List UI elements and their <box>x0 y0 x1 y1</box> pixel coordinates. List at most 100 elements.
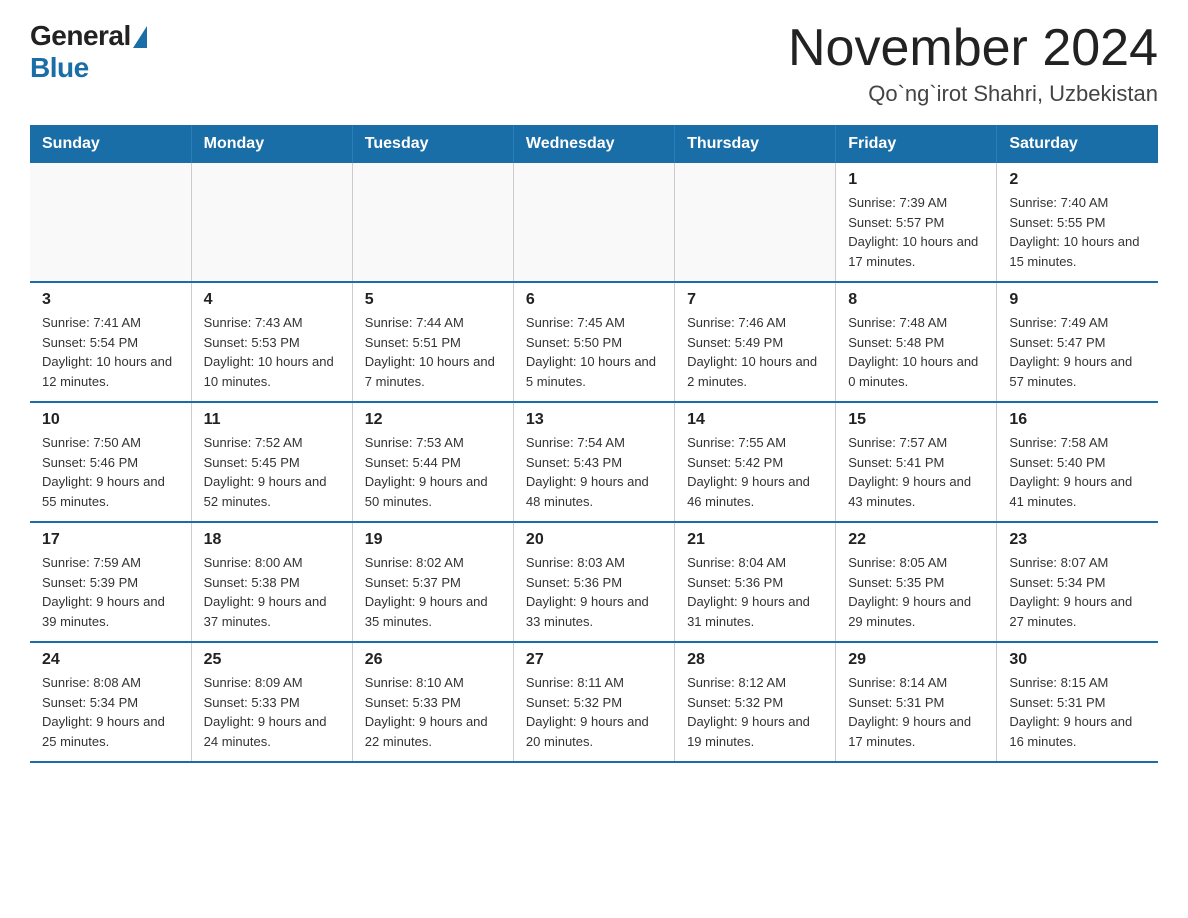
day-info: Sunrise: 8:15 AMSunset: 5:31 PMDaylight:… <box>1009 675 1132 749</box>
day-info: Sunrise: 7:41 AMSunset: 5:54 PMDaylight:… <box>42 315 172 389</box>
day-number: 11 <box>204 411 340 429</box>
day-cell: 8Sunrise: 7:48 AMSunset: 5:48 PMDaylight… <box>836 282 997 402</box>
header-saturday: Saturday <box>997 125 1158 163</box>
day-info: Sunrise: 7:57 AMSunset: 5:41 PMDaylight:… <box>848 435 971 509</box>
week-row-3: 17Sunrise: 7:59 AMSunset: 5:39 PMDayligh… <box>30 522 1158 642</box>
week-row-4: 24 Sunrise: 8:08 AMSunset: 5:34 PMDayligh… <box>30 642 1158 762</box>
day-number: 1 <box>848 171 984 189</box>
day-cell: 16 Sunrise: 7:58 AMSunset: 5:40 PMDayligh… <box>997 402 1158 522</box>
day-cell <box>352 163 513 282</box>
day-cell: 24 Sunrise: 8:08 AMSunset: 5:34 PMDayligh… <box>30 642 191 762</box>
day-number: 16 <box>1009 411 1146 429</box>
header-friday: Friday <box>836 125 997 163</box>
day-number: 27 <box>526 651 662 669</box>
day-cell: 7 Sunrise: 7:46 AMSunset: 5:49 PMDaylight… <box>675 282 836 402</box>
day-info: Sunrise: 7:54 AMSunset: 5:43 PMDaylight:… <box>526 435 649 509</box>
day-cell: 28 Sunrise: 8:12 AMSunset: 5:32 PMDayligh… <box>675 642 836 762</box>
week-row-0: 1 Sunrise: 7:39 AMSunset: 5:57 PMDaylight… <box>30 163 1158 282</box>
day-info: Sunrise: 7:52 AMSunset: 5:45 PMDaylight:… <box>204 435 327 509</box>
day-number: 19 <box>365 531 501 549</box>
day-info: Sunrise: 7:39 AMSunset: 5:57 PMDaylight:… <box>848 195 978 269</box>
day-number: 24 <box>42 651 179 669</box>
calendar-table: SundayMondayTuesdayWednesdayThursdayFrid… <box>30 125 1158 763</box>
day-info: Sunrise: 8:12 AMSunset: 5:32 PMDaylight:… <box>687 675 810 749</box>
day-info: Sunrise: 8:08 AMSunset: 5:34 PMDaylight:… <box>42 675 165 749</box>
day-info: Sunrise: 8:09 AMSunset: 5:33 PMDaylight:… <box>204 675 327 749</box>
day-info: Sunrise: 8:02 AMSunset: 5:37 PMDaylight:… <box>365 555 488 629</box>
header-tuesday: Tuesday <box>352 125 513 163</box>
day-number: 13 <box>526 411 662 429</box>
day-number: 18 <box>204 531 340 549</box>
day-number: 26 <box>365 651 501 669</box>
day-number: 10 <box>42 411 179 429</box>
calendar-header: SundayMondayTuesdayWednesdayThursdayFrid… <box>30 125 1158 163</box>
day-info: Sunrise: 7:44 AMSunset: 5:51 PMDaylight:… <box>365 315 495 389</box>
day-cell: 19 Sunrise: 8:02 AMSunset: 5:37 PMDayligh… <box>352 522 513 642</box>
day-info: Sunrise: 7:46 AMSunset: 5:49 PMDaylight:… <box>687 315 817 389</box>
day-cell: 5 Sunrise: 7:44 AMSunset: 5:51 PMDaylight… <box>352 282 513 402</box>
day-cell: 17Sunrise: 7:59 AMSunset: 5:39 PMDayligh… <box>30 522 191 642</box>
day-cell <box>191 163 352 282</box>
header-monday: Monday <box>191 125 352 163</box>
day-info: Sunrise: 8:05 AMSunset: 5:35 PMDaylight:… <box>848 555 971 629</box>
day-info: Sunrise: 8:00 AMSunset: 5:38 PMDaylight:… <box>204 555 327 629</box>
day-number: 12 <box>365 411 501 429</box>
day-info: Sunrise: 8:14 AMSunset: 5:31 PMDaylight:… <box>848 675 971 749</box>
day-info: Sunrise: 7:50 AMSunset: 5:46 PMDaylight:… <box>42 435 165 509</box>
day-cell: 26 Sunrise: 8:10 AMSunset: 5:33 PMDayligh… <box>352 642 513 762</box>
day-cell <box>513 163 674 282</box>
logo: General Blue <box>30 20 147 84</box>
day-cell: 13 Sunrise: 7:54 AMSunset: 5:43 PMDayligh… <box>513 402 674 522</box>
day-number: 30 <box>1009 651 1146 669</box>
day-cell: 29 Sunrise: 8:14 AMSunset: 5:31 PMDayligh… <box>836 642 997 762</box>
day-info: Sunrise: 7:58 AMSunset: 5:40 PMDaylight:… <box>1009 435 1132 509</box>
day-number: 20 <box>526 531 662 549</box>
day-number: 23 <box>1009 531 1146 549</box>
day-cell: 18 Sunrise: 8:00 AMSunset: 5:38 PMDayligh… <box>191 522 352 642</box>
day-info: Sunrise: 7:49 AMSunset: 5:47 PMDaylight:… <box>1009 315 1132 389</box>
logo-triangle-icon <box>133 26 147 48</box>
day-cell: 6Sunrise: 7:45 AMSunset: 5:50 PMDaylight… <box>513 282 674 402</box>
day-number: 6 <box>526 291 662 309</box>
day-number: 5 <box>365 291 501 309</box>
day-info: Sunrise: 7:40 AMSunset: 5:55 PMDaylight:… <box>1009 195 1139 269</box>
day-number: 15 <box>848 411 984 429</box>
day-cell: 12 Sunrise: 7:53 AMSunset: 5:44 PMDayligh… <box>352 402 513 522</box>
logo-general-text: General <box>30 20 131 52</box>
day-number: 28 <box>687 651 823 669</box>
week-row-1: 3Sunrise: 7:41 AMSunset: 5:54 PMDaylight… <box>30 282 1158 402</box>
day-info: Sunrise: 7:59 AMSunset: 5:39 PMDaylight:… <box>42 555 165 629</box>
day-info: Sunrise: 7:53 AMSunset: 5:44 PMDaylight:… <box>365 435 488 509</box>
day-number: 4 <box>204 291 340 309</box>
header-thursday: Thursday <box>675 125 836 163</box>
day-info: Sunrise: 7:48 AMSunset: 5:48 PMDaylight:… <box>848 315 978 389</box>
day-number: 29 <box>848 651 984 669</box>
day-cell: 14Sunrise: 7:55 AMSunset: 5:42 PMDayligh… <box>675 402 836 522</box>
day-info: Sunrise: 8:03 AMSunset: 5:36 PMDaylight:… <box>526 555 649 629</box>
day-info: Sunrise: 8:04 AMSunset: 5:36 PMDaylight:… <box>687 555 810 629</box>
header-sunday: Sunday <box>30 125 191 163</box>
day-info: Sunrise: 7:43 AMSunset: 5:53 PMDaylight:… <box>204 315 334 389</box>
day-cell: 30 Sunrise: 8:15 AMSunset: 5:31 PMDayligh… <box>997 642 1158 762</box>
day-cell <box>675 163 836 282</box>
day-info: Sunrise: 8:10 AMSunset: 5:33 PMDaylight:… <box>365 675 488 749</box>
day-number: 7 <box>687 291 823 309</box>
header-wednesday: Wednesday <box>513 125 674 163</box>
day-cell: 15 Sunrise: 7:57 AMSunset: 5:41 PMDayligh… <box>836 402 997 522</box>
day-cell <box>30 163 191 282</box>
day-cell: 9 Sunrise: 7:49 AMSunset: 5:47 PMDaylight… <box>997 282 1158 402</box>
day-number: 21 <box>687 531 823 549</box>
day-number: 22 <box>848 531 984 549</box>
day-cell: 11 Sunrise: 7:52 AMSunset: 5:45 PMDayligh… <box>191 402 352 522</box>
week-row-2: 10 Sunrise: 7:50 AMSunset: 5:46 PMDayligh… <box>30 402 1158 522</box>
day-cell: 25Sunrise: 8:09 AMSunset: 5:33 PMDayligh… <box>191 642 352 762</box>
page-header: General Blue November 2024 Qo`ng`irot Sh… <box>30 20 1158 107</box>
day-cell: 21 Sunrise: 8:04 AMSunset: 5:36 PMDayligh… <box>675 522 836 642</box>
day-cell: 2 Sunrise: 7:40 AMSunset: 5:55 PMDaylight… <box>997 163 1158 282</box>
day-info: Sunrise: 8:11 AMSunset: 5:32 PMDaylight:… <box>526 675 649 749</box>
header-row: SundayMondayTuesdayWednesdayThursdayFrid… <box>30 125 1158 163</box>
day-number: 9 <box>1009 291 1146 309</box>
day-cell: 10 Sunrise: 7:50 AMSunset: 5:46 PMDayligh… <box>30 402 191 522</box>
day-cell: 23Sunrise: 8:07 AMSunset: 5:34 PMDayligh… <box>997 522 1158 642</box>
day-number: 2 <box>1009 171 1146 189</box>
